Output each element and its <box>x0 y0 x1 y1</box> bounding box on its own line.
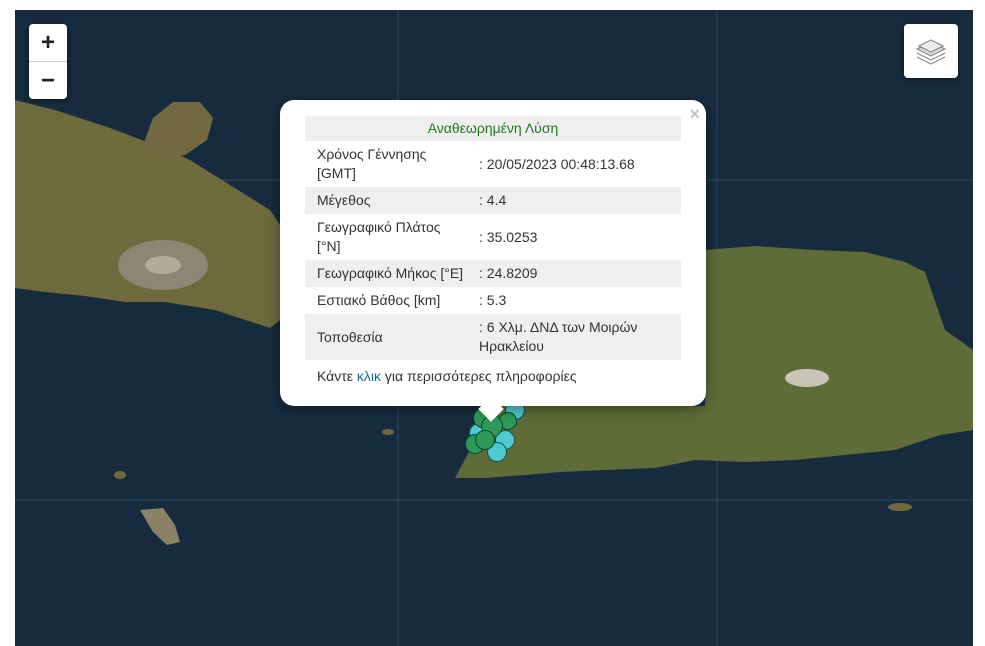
popup-header: Αναθεωρημένη Λύση <box>305 116 681 141</box>
map-view[interactable]: + − × Αναθεωρημένη Λύση Χρόνος Γέννησης … <box>15 10 973 646</box>
info-row-location: Τοποθεσία : 6 Χλμ. ΔΝΔ των Μοιρών Ηρακλε… <box>305 314 681 360</box>
more-info-link[interactable]: κλικ <box>357 368 381 384</box>
info-value: : 4.4 <box>475 187 681 214</box>
info-value: : 20/05/2023 00:48:13.68 <box>479 155 635 172</box>
info-row-depth: Εστιακό Βάθος [km] : 5.3 <box>305 287 681 314</box>
earthquake-marker[interactable] <box>475 430 495 450</box>
earthquake-popup: × Αναθεωρημένη Λύση Χρόνος Γέννησης [GMT… <box>280 100 706 422</box>
info-value: : 5.3 <box>479 292 507 308</box>
earthquake-info-table: Αναθεωρημένη Λύση Χρόνος Γέννησης [GMT] … <box>305 116 681 360</box>
info-value: : 35.0253 <box>479 228 538 245</box>
info-label: Τοποθεσία <box>305 314 475 360</box>
more-info-prefix: Κάντε <box>317 368 357 384</box>
info-label: Εστιακό Βάθος [km] <box>317 292 441 308</box>
info-row-magnitude: Μέγεθος : 4.4 <box>305 187 681 214</box>
more-info-text: Κάντε κλικ για περισσότερες πληροφορίες <box>317 368 577 384</box>
more-info-suffix: για περισσότερες πληροφορίες <box>381 368 577 384</box>
zoom-control: + − <box>29 24 67 99</box>
zoom-in-button[interactable]: + <box>29 24 67 62</box>
layers-button[interactable] <box>904 24 958 78</box>
close-icon[interactable]: × <box>689 104 700 125</box>
zoom-out-button[interactable]: − <box>29 62 67 99</box>
info-label: Μέγεθος <box>305 187 475 214</box>
info-label: Χρόνος Γέννησης [GMT] <box>317 146 427 181</box>
info-row-time: Χρόνος Γέννησης [GMT] : 20/05/2023 00:48… <box>305 141 681 187</box>
info-label: Γεωγραφικό Μήκος [°E] <box>305 260 475 287</box>
info-value: : 6 Χλμ. ΔΝΔ των Μοιρών Ηρακλείου <box>475 314 681 360</box>
info-row-latitude: Γεωγραφικό Πλάτος [°N] : 35.0253 <box>305 214 681 260</box>
layers-icon <box>915 39 947 65</box>
info-row-longitude: Γεωγραφικό Μήκος [°E] : 24.8209 <box>305 260 681 287</box>
info-value: : 24.8209 <box>475 260 681 287</box>
info-header-row: Αναθεωρημένη Λύση <box>305 116 681 141</box>
info-label: Γεωγραφικό Πλάτος [°N] <box>317 219 441 254</box>
